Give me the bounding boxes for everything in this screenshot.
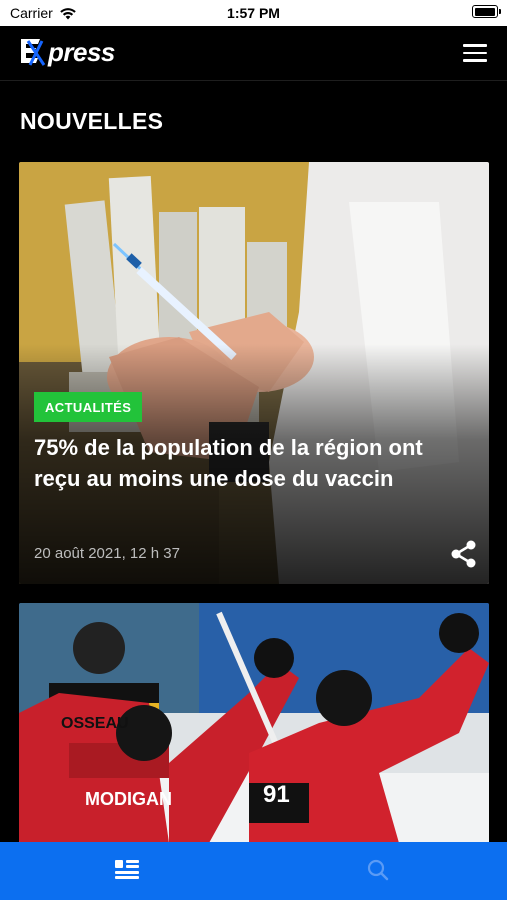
status-bar: Carrier 1:57 PM bbox=[0, 0, 507, 26]
article-card[interactable]: ACTUALITÉS 75% de la population de la ré… bbox=[19, 162, 489, 584]
article-headline[interactable]: 75% de la population de la région ont re… bbox=[34, 432, 444, 494]
logo-text: press bbox=[48, 37, 115, 67]
battery-icon bbox=[472, 5, 501, 18]
tab-bar bbox=[0, 842, 507, 900]
article-date: 20 août 2021, 12 h 37 bbox=[34, 545, 180, 562]
jersey-number: 91 bbox=[263, 781, 290, 808]
logo-e-mark bbox=[21, 39, 46, 66]
status-time: 1:57 PM bbox=[227, 5, 280, 21]
news-list-icon bbox=[115, 860, 139, 879]
express-logo[interactable]: press bbox=[18, 35, 115, 69]
tab-news[interactable] bbox=[0, 842, 253, 900]
share-icon[interactable] bbox=[451, 540, 477, 568]
section-title: NOUVELLES bbox=[20, 108, 164, 134]
jersey-label-left: OSSEAU bbox=[61, 715, 129, 732]
status-right bbox=[472, 5, 501, 18]
article-card[interactable]: OSSEAU MODIGAN 91 bbox=[19, 603, 489, 843]
search-icon bbox=[367, 859, 389, 881]
app-header: press bbox=[0, 26, 507, 81]
jersey-label-front: MODIGAN bbox=[85, 789, 172, 809]
category-badge[interactable]: ACTUALITÉS bbox=[34, 392, 143, 422]
tab-search[interactable] bbox=[253, 842, 506, 900]
hamburger-menu-icon[interactable] bbox=[463, 44, 487, 62]
